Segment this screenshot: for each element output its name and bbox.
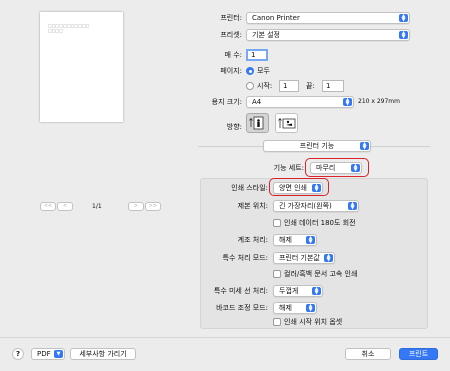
rotate-180-label: 인쇄 데이터 180도 회전 [284,219,356,227]
offset-label: 계조 처리: [237,236,268,244]
barcode-value: 해제 [279,304,292,312]
orientation-label: 방향: [226,123,242,131]
chevron-updown-icon: ▲ ▼ [348,202,357,211]
paper-size-select[interactable]: A4 ▲ ▼ [246,96,354,108]
chevron-updown-icon: ▲ ▼ [399,31,408,40]
chevron-updown-icon: ▲ ▼ [360,142,369,151]
cancel-button[interactable]: 취소 [345,348,391,360]
help-button[interactable]: ? [12,348,24,360]
start-position-label: 인쇄 시작 위치 옵셋 [284,318,343,326]
chevron-updown-icon: ▲ ▼ [312,287,321,296]
fine-line-select[interactable]: 두껍게 ▲ ▼ [273,285,323,297]
landscape-icon [278,117,296,129]
preview-text-line2: □□□□ [48,28,64,33]
chevron-updown-icon: ▲ ▼ [306,304,315,313]
first-page-button[interactable]: << [40,202,56,211]
paper-size-value: A4 [252,98,262,106]
pdf-menu-button[interactable]: PDF ▼ [31,348,65,360]
feature-set-label: 기능 세트: [273,164,304,172]
pages-to-label: 끝: [306,82,315,90]
pdf-label: PDF [37,350,51,358]
pages-label: 페이지: [220,67,242,75]
chevron-updown-icon: ▲ ▼ [312,184,321,193]
rotate-180-checkbox[interactable] [273,219,281,227]
binding-value: 긴 가장자리(왼쪽) [279,202,332,210]
offset-select[interactable]: 해제 ▲ ▼ [273,234,317,246]
copies-label: 매 수: [224,51,242,59]
chevron-updown-icon: ▲ ▼ [351,164,360,173]
printer-label: 프린터: [220,14,242,22]
barcode-label: 바코드 조정 모드: [216,304,268,312]
fine-line-value: 두껍게 [279,287,299,295]
special-mode-value: 프린터 기본값 [279,254,320,262]
orientation-landscape-button[interactable] [275,113,298,133]
page-indicator: 1/1 [92,203,102,210]
feature-set-value: 마무리 [316,164,336,172]
preset-value: 기본 설정 [252,31,280,39]
next-page-button[interactable]: > [128,202,144,211]
preset-select[interactable]: 기본 설정 ▲ ▼ [246,29,410,41]
barcode-select[interactable]: 해제 ▲ ▼ [273,302,317,314]
prev-page-button[interactable]: < [57,202,73,211]
chevron-down-icon: ▼ [54,350,63,358]
printer-value: Canon Printer [252,14,300,22]
special-mode-select[interactable]: 프린터 기본값 ▲ ▼ [273,252,335,264]
hide-details-button[interactable]: 세부사항 가리기 [70,348,136,360]
last-page-button[interactable]: >> [145,202,161,211]
chevron-updown-icon: ▲ ▼ [306,236,315,245]
pages-from-field[interactable]: 1 [279,80,299,92]
print-style-label: 인쇄 스타일: [231,184,268,192]
feature-set-select[interactable]: 마무리 ▲ ▼ [310,162,362,174]
print-style-value: 양면 인쇄 [279,184,307,192]
special-mode-label: 특수 처리 모드: [222,254,268,262]
preset-label: 프리셋: [220,31,242,39]
print-button[interactable]: 프린트 [399,348,438,360]
fine-line-label: 특수 미세 선 처리: [213,287,268,295]
section-value: 프린터 기능 [299,142,335,150]
pages-range-radio[interactable] [246,82,254,90]
offset-value: 해제 [279,236,292,244]
color-bw-fast-checkbox[interactable] [273,270,281,278]
paper-size-label: 용지 크기: [211,98,242,106]
color-bw-fast-label: 컬러/흑백 문서 고속 인쇄 [284,270,358,278]
pages-from-label: 시작: [257,82,273,90]
print-style-select[interactable]: 양면 인쇄 ▲ ▼ [273,182,323,194]
pages-all-label: 모두 [257,67,270,75]
section-select[interactable]: 프린터 기능 ▲ ▼ [263,140,371,152]
footer-divider [0,337,450,338]
binding-select[interactable]: 긴 가장자리(왼쪽) ▲ ▼ [273,200,359,212]
chevron-updown-icon: ▲ ▼ [343,98,352,107]
paper-size-dims: 210 x 297mm [358,98,400,105]
orientation-portrait-button[interactable] [246,113,269,133]
pages-to-field[interactable]: 1 [322,80,344,92]
printer-select[interactable]: Canon Printer ▲ ▼ [246,12,410,24]
portrait-icon [249,116,264,130]
chevron-updown-icon: ▲ ▼ [324,254,333,263]
binding-label: 제본 위치: [237,202,268,210]
help-icon: ? [15,350,21,358]
pages-all-radio[interactable] [246,67,254,75]
copies-field[interactable]: 1 [246,49,268,61]
chevron-updown-icon: ▲ ▼ [399,14,408,23]
start-position-checkbox[interactable] [273,318,281,326]
preview-page: □□□□□□□□□□□ □□□□ [40,12,123,122]
